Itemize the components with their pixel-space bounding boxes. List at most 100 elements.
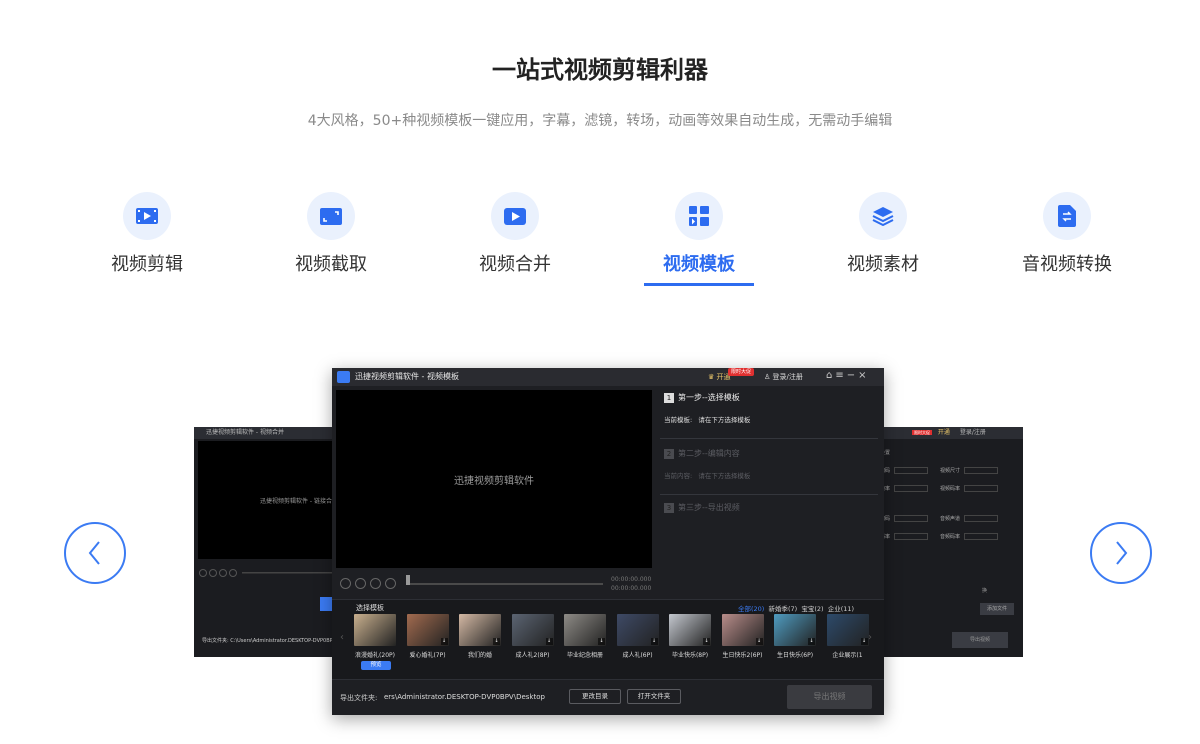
template-item[interactable]: ↓ 爱心婚礼(7P) [406, 614, 451, 659]
window-titlebar: 限时大促 开通 登录/注册 [870, 427, 1023, 439]
template-heading: 选择模板 [356, 604, 384, 612]
download-icon[interactable]: ↓ [545, 638, 553, 645]
player-controls: 00:00:00.000 00:00:00.000 [336, 572, 652, 596]
tab-label: 视频合并 [479, 254, 551, 275]
section-label: 设置 [880, 449, 891, 456]
template-name: 我们的婚 [467, 652, 492, 659]
player-controls [198, 563, 338, 577]
window-title: 迅捷视频剪辑软件 - 视频模板 [355, 372, 459, 381]
template-thumbnail: ↓ [721, 614, 764, 646]
step-2-detail: 当前内容: 请在下方选择模板 [664, 472, 751, 480]
play-icon[interactable] [340, 578, 351, 589]
template-item[interactable]: ↓ 毕业快乐(8P) [669, 614, 713, 659]
screen-capture-icon [307, 192, 355, 240]
template-name: 浪漫婚礼(20P) [355, 652, 395, 659]
tab-video-capture[interactable]: 视频截取 [239, 192, 423, 288]
download-icon[interactable]: ↓ [860, 638, 868, 645]
page: 一站式视频剪辑利器 4大风格，50+种视频模板一键应用，字幕，滤镜，转场，动画等… [0, 0, 1200, 744]
settings-row: 编码 音频声道 [880, 509, 1020, 527]
download-icon[interactable]: ↓ [808, 638, 815, 645]
export-path: ers\Administrator.DESKTOP-DVP0BPV\Deskto… [384, 693, 545, 701]
download-icon[interactable]: ↓ [703, 638, 710, 645]
template-thumbnail: ↓ [774, 614, 816, 646]
tab-video-edit[interactable]: 视频剪辑 [55, 192, 239, 288]
step-2: 2 第二步--编辑内容 [664, 448, 740, 459]
filter-all[interactable]: 全部(20) [738, 605, 764, 613]
tab-video-material[interactable]: 视频素材 [791, 192, 975, 288]
preview-button[interactable]: 预览 [361, 661, 391, 670]
template-item[interactable]: ↓ 生日快乐2(6P) [721, 614, 766, 659]
file-convert-icon [1043, 192, 1091, 240]
template-name: 成人礼(6P) [622, 652, 653, 659]
filter-baby[interactable]: 宝宝(2) [801, 605, 823, 613]
next-frame-icon[interactable] [385, 578, 396, 589]
carousel-slide-left[interactable]: 迅捷视频剪辑软件 - 视频合并 迅捷视频剪辑软件 - 链接合 导出文件夹: C:… [194, 427, 344, 657]
template-list: 浪漫婚礼(20P) 预览 ↓ 爱心婚礼(7P) ↓ 我们的婚 ↓ 成人礼2(8P) ↓ 毕业纪念相… [354, 614, 869, 676]
template-item[interactable]: ↓ 生日快乐(6P) [774, 614, 818, 659]
template-thumbnail: ↓ [459, 614, 501, 646]
progress-knob[interactable] [406, 575, 410, 585]
download-icon[interactable]: ↓ [650, 638, 658, 645]
tab-label: 视频素材 [847, 254, 919, 275]
template-name: 生日快乐2(6P) [722, 652, 763, 659]
step-1: 1 第一步--选择模板 [664, 392, 740, 403]
template-name: 企业展示(1 [832, 652, 863, 659]
small-label: 换 [982, 588, 988, 594]
template-item[interactable]: ↓ 我们的婚 [459, 614, 503, 659]
add-file-button[interactable]: 添加文件 [980, 603, 1014, 615]
login-link[interactable]: ♙ 登录/注册 [764, 372, 803, 382]
download-icon[interactable]: ↓ [755, 638, 763, 645]
download-icon[interactable]: ↓ [440, 638, 448, 645]
open-folder-button[interactable]: 打开文件夹 [627, 689, 681, 704]
chevron-left-icon[interactable]: ‹ [340, 632, 344, 643]
template-thumbnail: ↓ [564, 614, 606, 646]
app-window: 迅捷视频剪辑软件 - 视频模板 ♛ 开通 限时大促 ♙ 登录/注册 ⌂≡−× 迅… [332, 368, 884, 715]
film-edit-icon [123, 192, 171, 240]
stop-icon[interactable] [355, 578, 366, 589]
settings-row: 编码 视频尺寸 [880, 461, 1020, 479]
template-name: 毕业快乐(8P) [671, 652, 709, 659]
template-item[interactable]: 浪漫婚礼(20P) 预览 [354, 614, 398, 670]
template-item[interactable]: ↓ 企业展示(1 [826, 614, 871, 659]
filter-business[interactable]: 企业(11) [828, 605, 854, 613]
hot-badge: 限时大促 [912, 430, 932, 435]
time-total: 00:00:00.000 [611, 585, 652, 592]
download-icon[interactable]: ↓ [598, 638, 605, 645]
template-item[interactable]: ↓ 成人礼2(8P) [511, 614, 556, 659]
chevron-right-icon [1116, 541, 1128, 565]
template-item[interactable]: ↓ 毕业纪念相册 [564, 614, 608, 659]
window-titlebar: 迅捷视频剪辑软件 - 视频合并 [194, 427, 344, 439]
login-link[interactable]: 登录/注册 [960, 429, 986, 436]
settings-grid: 设置 编码 视频尺寸 帧率 视频码率 编码 音频声道 码率 音频码率 [880, 443, 1020, 545]
active-tab-underline [644, 283, 754, 286]
template-name: 爱心婚礼(7P) [409, 652, 446, 659]
export-label: 导出文件夹: [340, 694, 378, 702]
export-video-button[interactable]: 导出视频 [787, 685, 872, 709]
carousel-next-button[interactable] [1090, 522, 1152, 584]
video-preview: 迅捷视频剪辑软件 - 链接合 [198, 441, 338, 559]
divider [660, 438, 878, 439]
divider [660, 494, 878, 495]
vip-label[interactable]: 开通 [938, 429, 950, 436]
export-path: 导出文件夹: C:\Users\Administrator.DESKTOP-DV… [202, 638, 337, 644]
carousel-slide-right[interactable]: 限时大促 开通 登录/注册 设置 编码 视频尺寸 帧率 视频码率 编码 音频声道 码率… [870, 427, 1023, 657]
download-icon[interactable]: ↓ [493, 638, 500, 645]
template-filters: 全部(20) 新婚季(7) 宝宝(2) 企业(11) [738, 603, 854, 613]
filter-wedding[interactable]: 新婚季(7) [768, 605, 797, 613]
window-controls[interactable]: ⌂≡−× [826, 370, 869, 381]
progress-bar[interactable] [408, 583, 603, 585]
template-item[interactable]: ↓ 成人礼(6P) [616, 614, 661, 659]
video-preview: 迅捷视频剪辑软件 [336, 390, 652, 568]
prev-frame-icon[interactable] [370, 578, 381, 589]
export-video-button[interactable]: 导出视频 [952, 632, 1008, 648]
window-titlebar: 迅捷视频剪辑软件 - 视频模板 ♛ 开通 限时大促 ♙ 登录/注册 ⌂≡−× [332, 368, 884, 386]
tab-video-template[interactable]: 视频模板 [607, 192, 791, 288]
template-grid-icon [675, 192, 723, 240]
step-1-detail: 当前模板: 请在下方选择模板 [664, 416, 751, 424]
change-dir-button[interactable]: 更改目录 [569, 689, 621, 704]
tab-video-merge[interactable]: 视频合并 [423, 192, 607, 288]
steps-panel: 1 第一步--选择模板 当前模板: 请在下方选择模板 2 第二步--编辑内容 当前内… [656, 386, 884, 596]
tab-label: 音视频转换 [1022, 254, 1112, 275]
carousel-prev-button[interactable] [64, 522, 126, 584]
tab-av-convert[interactable]: 音视频转换 [975, 192, 1159, 288]
